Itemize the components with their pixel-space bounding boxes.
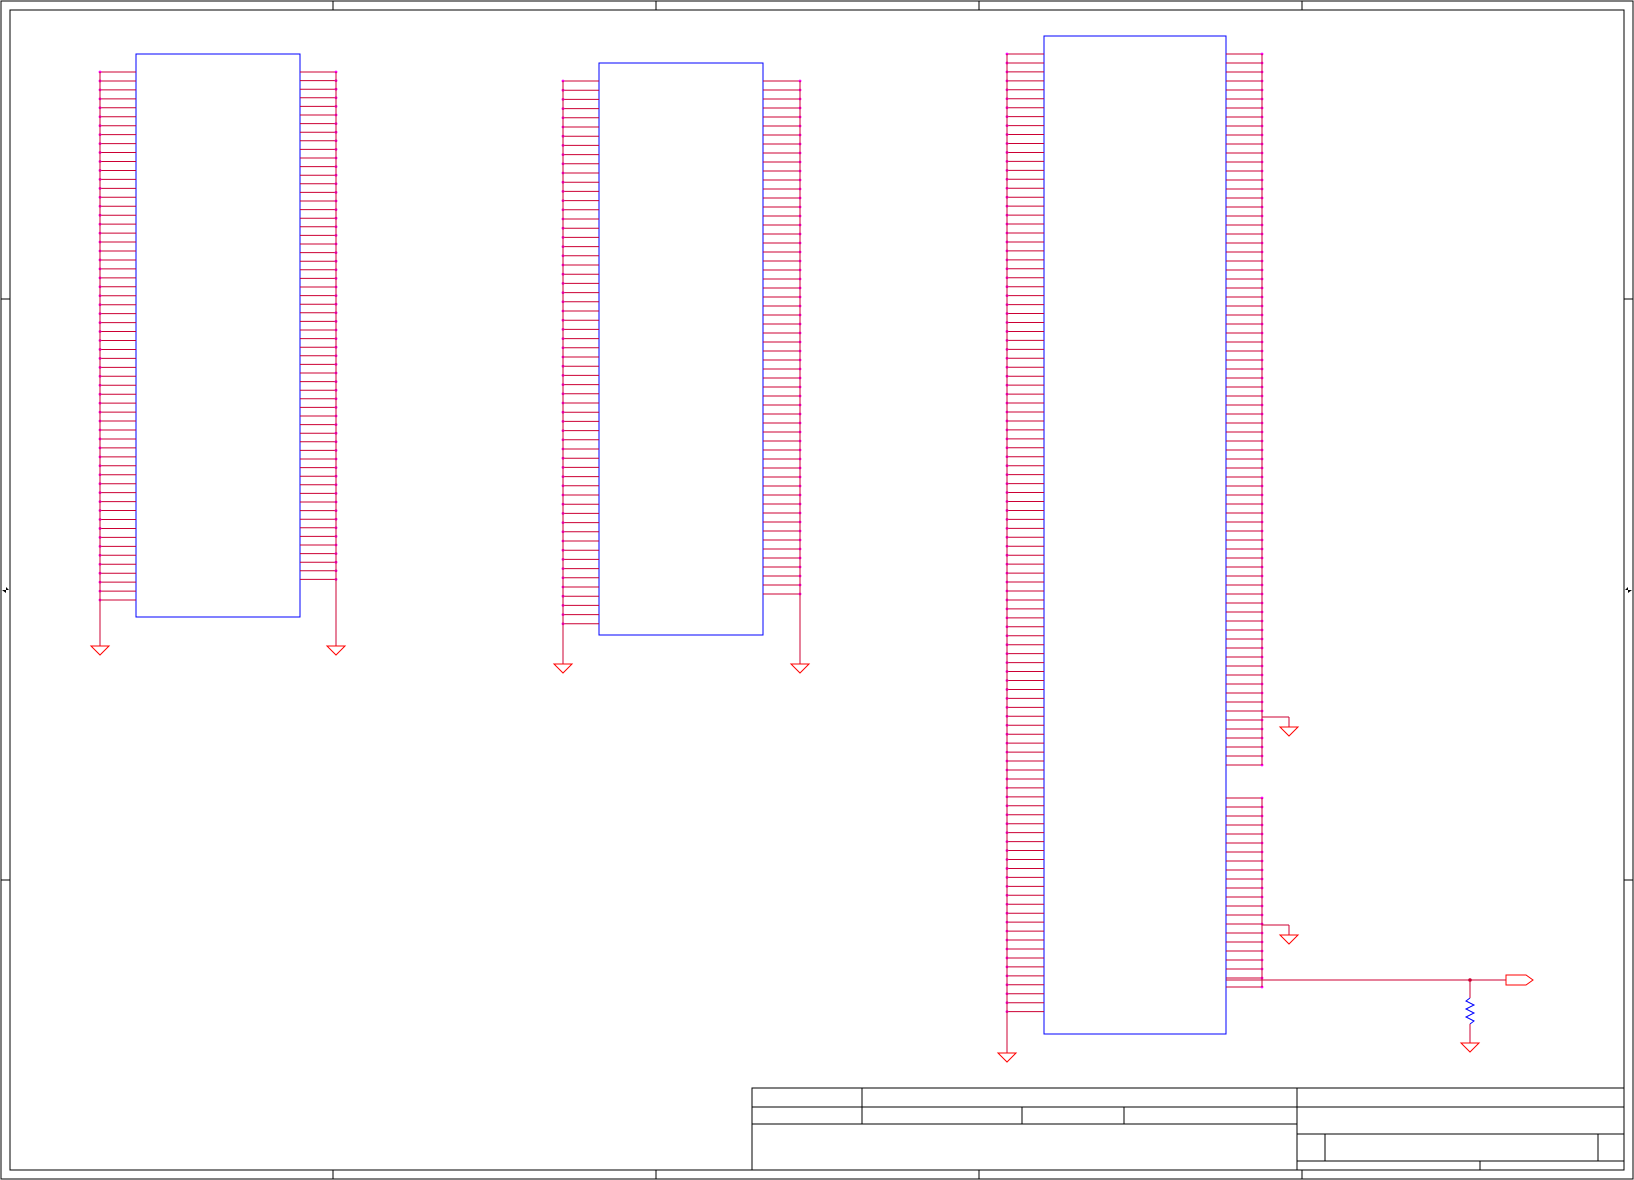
- connector-right-body: [1043, 35, 1227, 1035]
- ground-icon: [552, 663, 574, 674]
- sheet-frame: [0, 0, 1634, 1180]
- ground-icon: [996, 1052, 1018, 1063]
- connector-left-body: [135, 53, 301, 618]
- output-net: [1226, 974, 1534, 1053]
- ground-icon: [89, 645, 111, 656]
- connector-middle-body: [598, 62, 764, 636]
- ground-icon: [325, 645, 347, 656]
- ground-icon: [789, 663, 811, 674]
- ground-icon: [1278, 726, 1300, 737]
- schematic-sheet: [0, 0, 1634, 1180]
- wiring: [89, 52, 1300, 1063]
- title-block: [751, 1087, 1625, 1171]
- offpage-connector-icon: [1505, 974, 1534, 986]
- ground-icon: [1459, 1042, 1481, 1053]
- ground-icon: [1278, 934, 1300, 945]
- pulldown-resistor-icon: [1464, 997, 1476, 1025]
- center-marks: [2, 587, 1632, 593]
